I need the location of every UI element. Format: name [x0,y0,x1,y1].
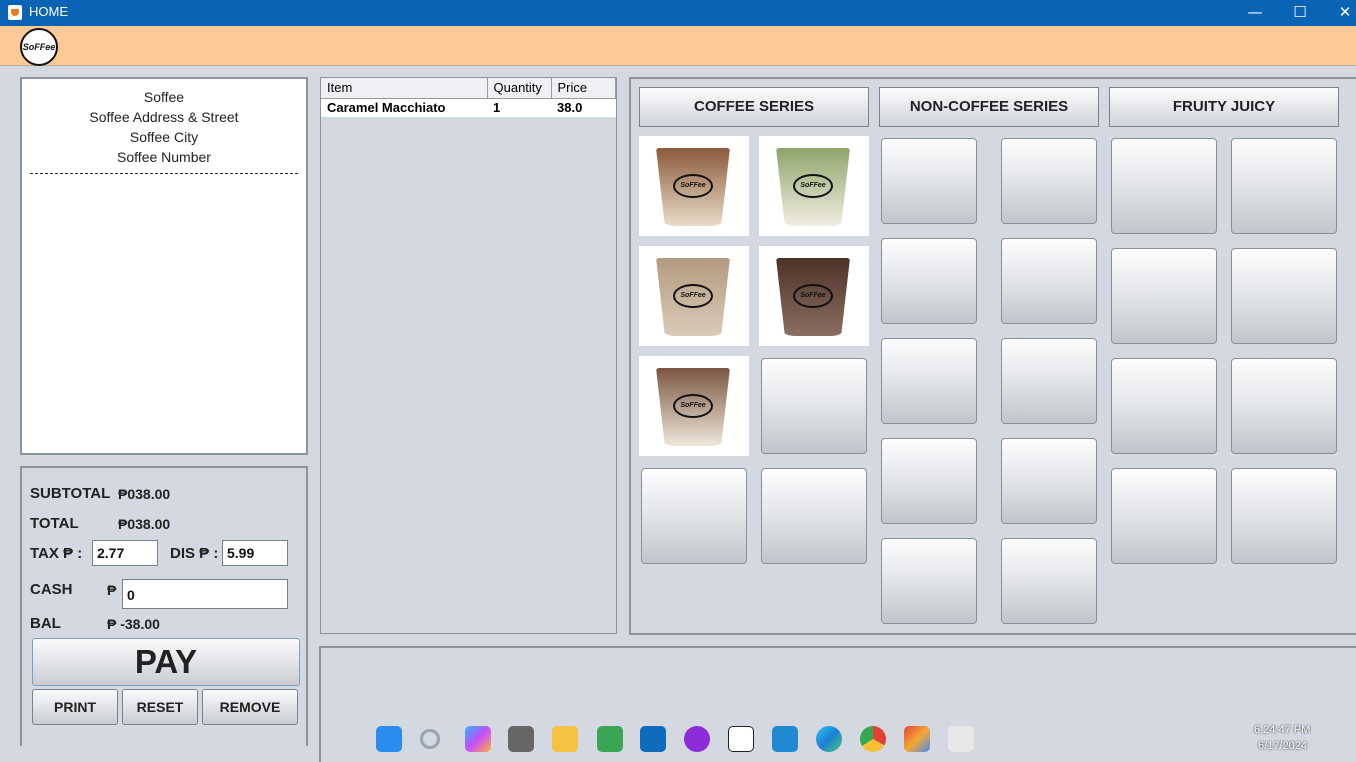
menu-slot-empty[interactable] [641,468,747,564]
menu-slot-fruity-juicy[interactable] [1231,138,1337,234]
discount-label: DIS ₱ : [170,545,219,562]
close-button[interactable]: ✕ [1322,0,1356,26]
cell-price: 38.0 [551,98,616,117]
menu-slot-fruity-juicy[interactable] [1231,248,1337,344]
total-value: ₱038.00 [118,516,171,532]
search-icon[interactable] [420,729,440,749]
maximize-button[interactable]: ☐ [1277,0,1323,26]
window-title: HOME [29,4,68,19]
menu-slot-empty[interactable] [761,358,867,454]
column-header-quantity[interactable]: Quantity [487,78,552,99]
cell-quantity: 1 [487,98,551,117]
tab-coffee-series[interactable]: COFFEE SERIES [639,87,869,127]
copilot-icon[interactable] [465,726,491,752]
vscode-icon[interactable] [772,726,798,752]
cash-label: CASH [30,581,73,598]
receipt-city: Soffee City [129,129,199,145]
subtotal-value: ₱038.00 [118,486,171,502]
menu-slot-fruity-juicy[interactable] [1111,358,1217,454]
print-button[interactable]: PRINT [32,689,118,725]
brand-header: SoFFee [0,26,1356,66]
soffee-logo: SoFFee [20,28,58,66]
remove-button[interactable]: REMOVE [202,689,298,725]
cash-currency: ₱ [107,582,117,598]
tax-input[interactable]: 2.77 [92,540,158,566]
cup-logo: SoFFee [673,394,713,418]
menu-slot-fruity-juicy[interactable] [1231,468,1337,564]
menu-slot-non-coffee[interactable] [881,138,977,224]
menu-slot-fruity-juicy[interactable] [1111,248,1217,344]
notion-icon[interactable] [728,726,754,752]
subtotal-label: SUBTOTAL [30,485,111,502]
cup-logo: SoFFee [673,284,713,308]
table-row[interactable]: Caramel Macchiato 1 38.0 [321,98,616,117]
windows-start-icon[interactable] [376,726,402,752]
cell-item: Caramel Macchiato [321,98,487,117]
cup-logo: SoFFee [793,284,833,308]
clock-time[interactable]: 6:24:47 PM [1254,724,1310,736]
menu-item-matcha[interactable]: SoFFee [759,136,869,236]
receipt-store-name: Soffee [143,89,185,105]
menu-slot-empty[interactable] [761,468,867,564]
receipt-number: Soffee Number [117,149,211,165]
window-titlebar: HOME — ☐ ✕ [0,0,1356,26]
tax-label: TAX ₱ : [30,545,83,562]
menu-slot-fruity-juicy[interactable] [1111,138,1217,234]
menu-slot-non-coffee[interactable] [881,538,977,624]
java-app-icon [8,5,22,20]
menu-item-mocha[interactable]: SoFFee [759,246,869,346]
menu-slot-non-coffee[interactable] [1001,138,1097,224]
java-taskbar-icon[interactable] [948,726,974,752]
menu-panel: COFFEE SERIES NON-COFFEE SERIES FRUITY J… [629,77,1356,635]
menu-item-caramel-coffee[interactable]: SoFFee [639,136,749,236]
github-icon[interactable] [684,726,710,752]
balance-label: BAL [30,615,61,632]
order-table: Item Quantity Price Caramel Macchiato 1 … [321,78,616,117]
menu-slot-fruity-juicy[interactable] [1111,468,1217,564]
file-explorer-icon[interactable] [552,726,578,752]
chrome-icon[interactable] [860,726,886,752]
outlook-icon[interactable] [640,726,666,752]
menu-slot-non-coffee[interactable] [1001,538,1097,624]
total-label: TOTAL [30,515,79,532]
app-b-icon[interactable] [597,726,623,752]
totals-panel: SUBTOTAL ₱038.00 TOTAL ₱038.00 TAX ₱ : 2… [20,466,308,746]
tab-fruity-juicy[interactable]: FRUITY JUICY [1109,87,1339,127]
menu-slot-non-coffee[interactable] [1001,338,1097,424]
menu-slot-non-coffee[interactable] [881,438,977,524]
menu-slot-non-coffee[interactable] [881,338,977,424]
menu-slot-non-coffee[interactable] [881,238,977,324]
clock-date[interactable]: 6/17/2024 [1258,740,1307,752]
tab-non-coffee-series[interactable]: NON-COFFEE SERIES [879,87,1099,127]
menu-slot-fruity-juicy[interactable] [1231,358,1337,454]
cup-logo: SoFFee [793,174,833,198]
receipt-panel: Soffee Soffee Address & Street Soffee Ci… [20,77,308,455]
cup-logo: SoFFee [673,174,713,198]
minimize-button[interactable]: — [1232,0,1278,26]
order-table-panel: Item Quantity Price Caramel Macchiato 1 … [320,77,617,634]
app-hex-icon[interactable] [904,726,930,752]
menu-item-latte[interactable]: SoFFee [639,246,749,346]
cash-input[interactable]: 0 [122,579,288,609]
column-header-item[interactable]: Item [321,78,488,99]
discount-input[interactable]: 5.99 [222,540,288,566]
receipt-address: Soffee Address & Street [89,109,239,125]
pay-button[interactable]: PAY [32,638,300,686]
balance-value: ₱ -38.00 [107,616,160,632]
menu-slot-non-coffee[interactable] [1001,238,1097,324]
menu-slot-non-coffee[interactable] [1001,438,1097,524]
menu-item-macchiato[interactable]: SoFFee [639,356,749,456]
edge-icon[interactable] [816,726,842,752]
reset-button[interactable]: RESET [122,689,198,725]
column-header-price[interactable]: Price [551,78,616,99]
receipt-divider [30,173,298,174]
task-view-icon[interactable] [508,726,534,752]
